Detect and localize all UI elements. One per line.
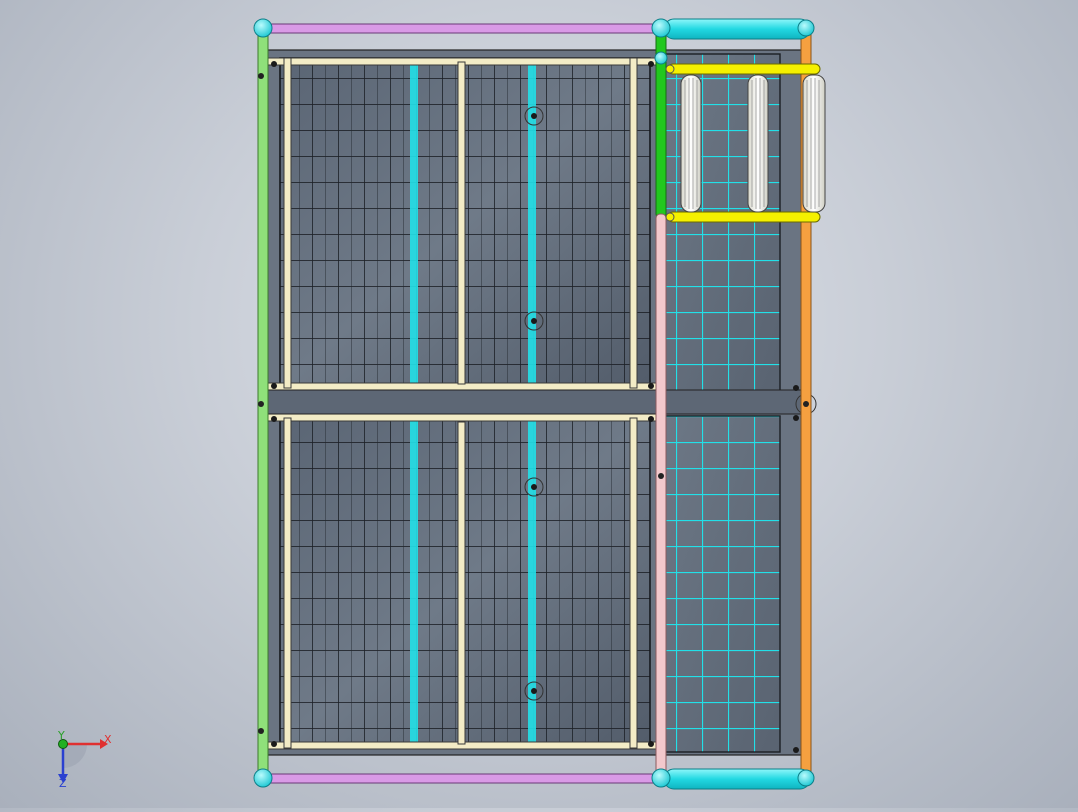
rail-bottom bbox=[263, 773, 661, 784]
model-view[interactable] bbox=[0, 0, 1078, 808]
right-grating-lower bbox=[659, 415, 781, 753]
cad-viewport[interactable]: X Y Z bbox=[0, 0, 1078, 808]
coordinate-triad: X Y Z bbox=[44, 726, 124, 796]
roller-2 bbox=[747, 74, 769, 213]
tube-bottom-right bbox=[663, 768, 811, 790]
y-axis-label: Y bbox=[58, 729, 65, 742]
roller-3 bbox=[802, 74, 826, 213]
z-axis-label: Z bbox=[59, 777, 67, 790]
triad-quadrant-shading bbox=[63, 744, 87, 768]
roller-1 bbox=[680, 74, 702, 213]
middle-beam bbox=[267, 389, 805, 415]
rail-top bbox=[263, 23, 661, 34]
tube-top-right bbox=[663, 18, 811, 40]
rail-middle-lower bbox=[655, 213, 667, 781]
triad-graphic bbox=[58, 739, 108, 783]
x-axis-label: X bbox=[104, 733, 112, 746]
